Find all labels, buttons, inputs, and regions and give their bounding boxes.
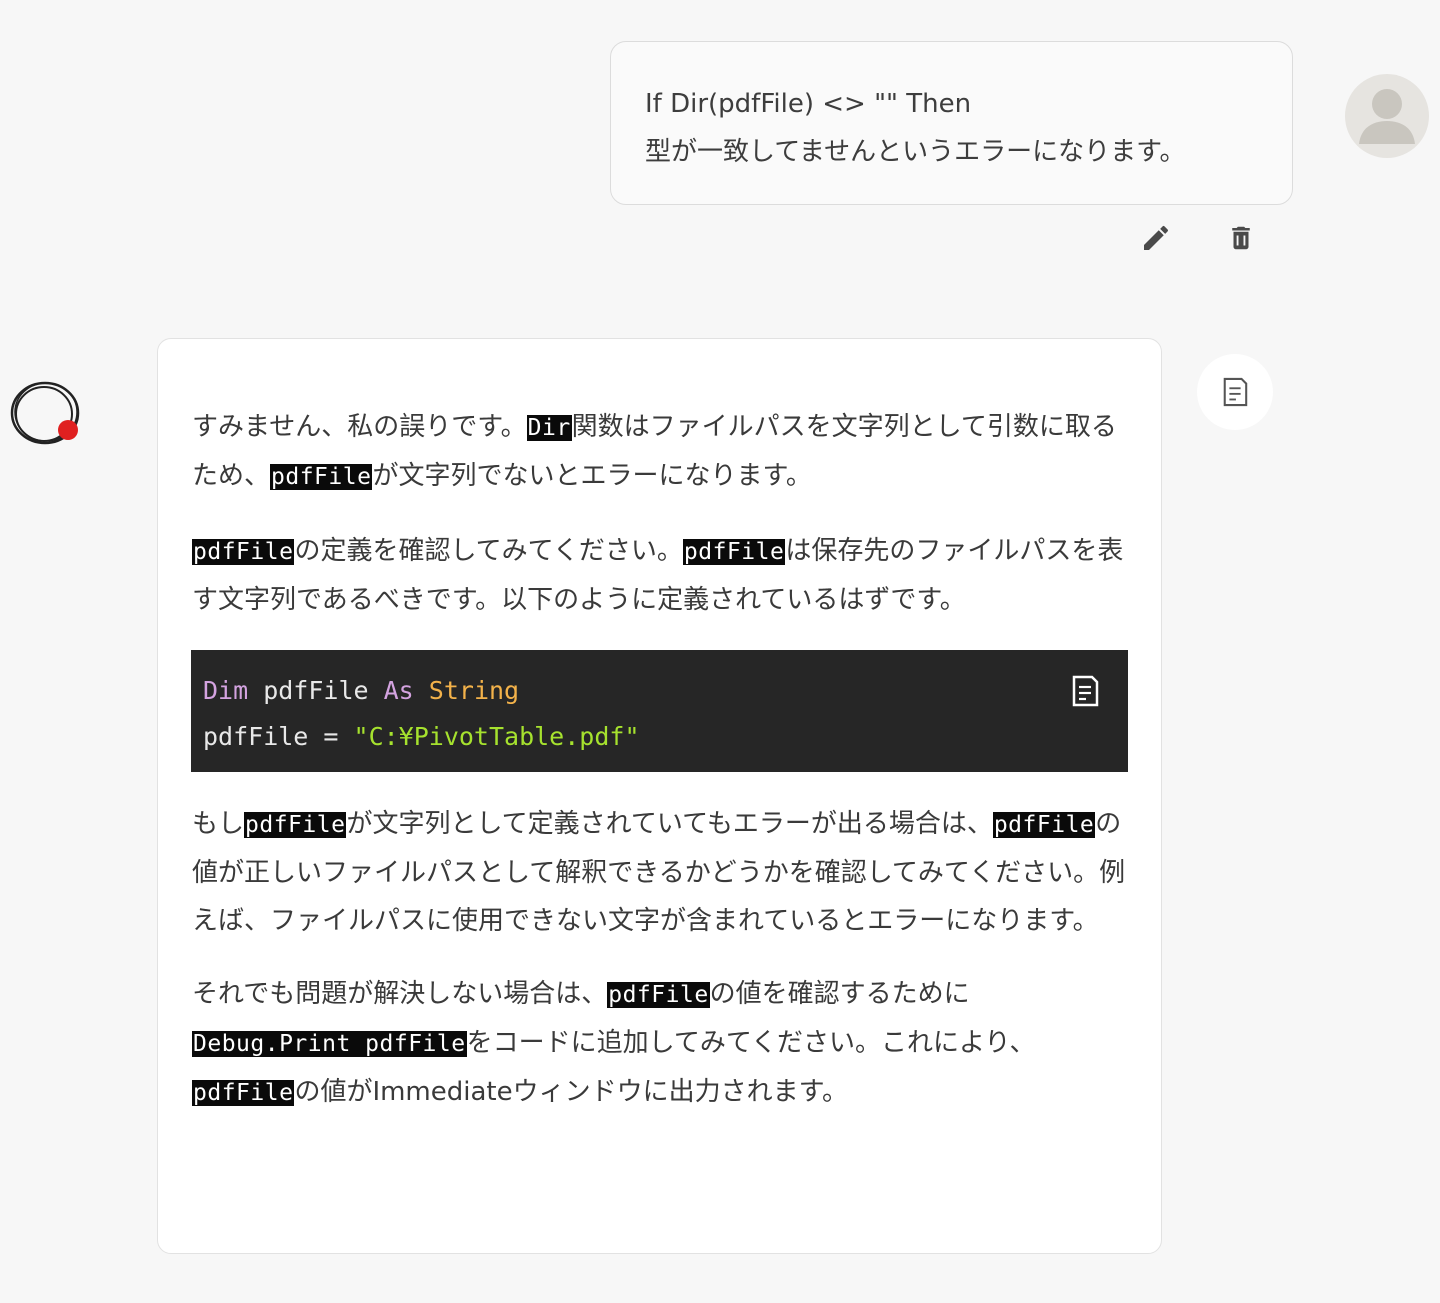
inline-code: pdfFile [992,812,1096,838]
clipboard-icon [1223,377,1248,407]
inline-code: pdfFile [192,1080,295,1106]
inline-code: pdfFile [244,812,347,838]
edit-message-button[interactable] [1136,218,1176,258]
code-keyword: Dim [203,676,249,705]
trash-icon [1232,226,1250,250]
text-span: もし [192,809,245,839]
user-message-line: If Dir(pdfFile) <> "" Then [645,89,972,119]
user-message-line: 型が一致してませんというエラーになります。 [645,137,1186,167]
pencil-icon [1144,225,1169,250]
code-text: pdfFile [248,676,384,705]
text-span: の値を確認するために [709,979,970,1009]
assistant-avatar [8,380,84,448]
inline-code: pdfFile [270,464,373,490]
user-avatar[interactable] [1345,74,1429,158]
code-block: Dim pdfFile As String pdfFile = "C:¥Pivo… [191,650,1128,772]
inline-code: Debug.Print pdfFile [192,1031,467,1057]
code-type: String [428,676,520,705]
text-span: が文字列でないとエラーになります。 [372,461,812,491]
code-string: "C:¥PivotTable.pdf" [353,722,640,751]
text-span: が文字列として定義されていてもエラーが出る場合は、 [346,809,993,839]
assistant-paragraph: それでも問題が解決しない場合は、pdfFileの値を確認するためにDebug.P… [192,970,1127,1117]
assistant-paragraph: pdfFileの定義を確認してみてください。pdfFileは保存先のファイルパス… [192,527,1127,624]
copy-code-button[interactable] [1068,672,1102,710]
assistant-message-card: すみません、私の誤りです。Dir関数はファイルパスを文字列として引数に取るため、… [157,338,1162,1254]
inline-code: pdfFile [682,539,786,565]
copy-message-button[interactable] [1197,354,1273,430]
text-span: の値がImmediateウィンドウに出力されます。 [294,1077,849,1107]
user-silhouette-icon [1359,89,1415,144]
inline-code: Dir [526,415,572,441]
inline-code: pdfFile [607,982,710,1008]
assistant-paragraph: すみません、私の誤りです。Dir関数はファイルパスを文字列として引数に取るため、… [192,403,1127,501]
assistant-logo-icon [10,381,80,445]
delete-message-button[interactable] [1221,218,1261,258]
text-span: の定義を確認してみてください。 [294,536,683,566]
assistant-paragraph: もしpdfFileが文字列として定義されていてもエラーが出る場合は、pdfFil… [192,800,1127,945]
code-text: pdfFile = [203,722,354,751]
inline-code: pdfFile [192,539,295,565]
user-message-bubble: If Dir(pdfFile) <> "" Then 型が一致してませんというエ… [610,41,1293,205]
clipboard-icon [1072,675,1099,707]
text-span: すみません、私の誤りです。 [192,412,527,442]
text-span: それでも問題が解決しない場合は、 [192,979,608,1009]
code-keyword: As [383,676,414,705]
chat-page: If Dir(pdfFile) <> "" Then 型が一致してませんというエ… [0,0,1440,1303]
text-span: をコードに追加してみてください。これにより、 [466,1028,1036,1058]
